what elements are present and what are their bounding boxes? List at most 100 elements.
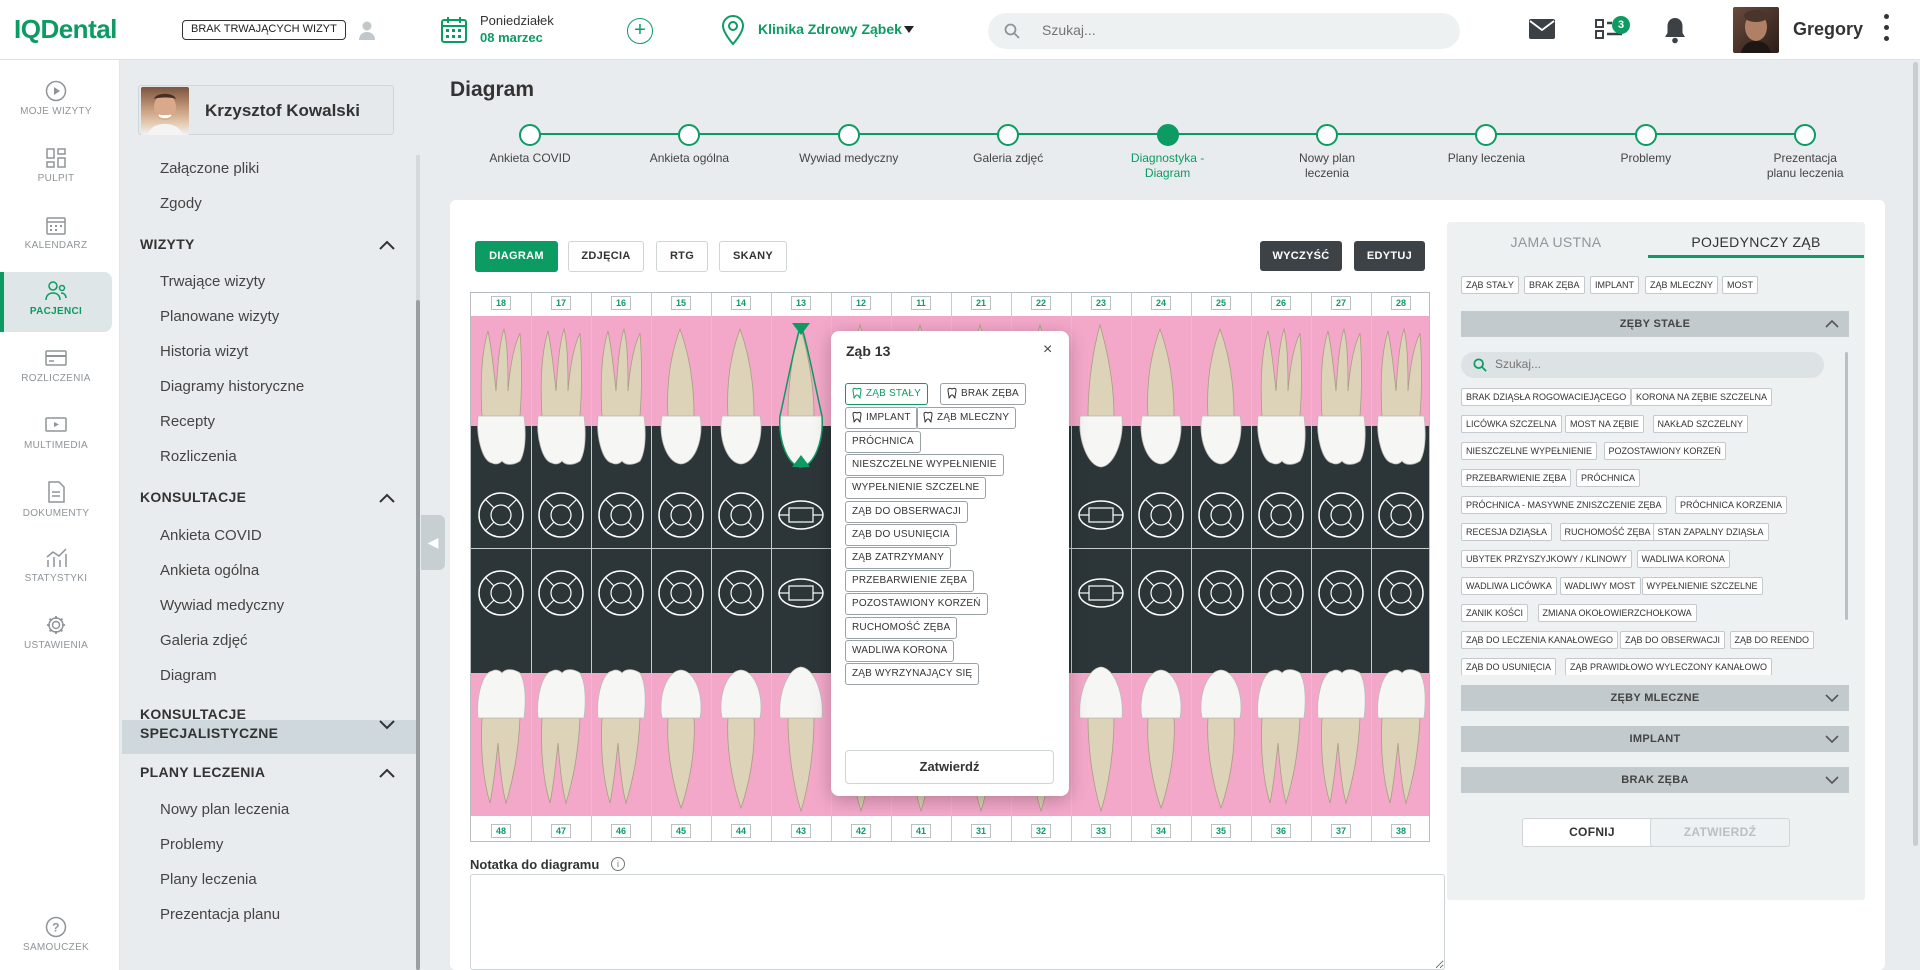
tooth-upper[interactable] xyxy=(1134,321,1188,476)
chevron-up-icon[interactable] xyxy=(378,767,396,779)
tooth-number-upper[interactable]: 21 xyxy=(971,296,991,310)
nav-item-pulpit[interactable]: PULPIT xyxy=(0,139,112,199)
panel-condition-chip[interactable]: BRAK DZIĄSŁA ROGOWACIEJĄCEGO xyxy=(1461,388,1632,406)
occlusal-lower[interactable] xyxy=(1196,568,1246,618)
popup-condition-chip[interactable]: WADLIWA KORONA xyxy=(845,639,955,662)
nav-item-rozliczenia[interactable]: ROZLICZENIA xyxy=(0,339,112,399)
tooth-number-lower[interactable]: 34 xyxy=(1151,824,1171,838)
tooth-number-lower[interactable]: 33 xyxy=(1091,824,1111,838)
menu-link-recepty[interactable]: Recepty xyxy=(160,413,215,430)
info-icon[interactable]: i xyxy=(611,857,625,871)
panel-condition-chip[interactable]: ZĄB DO REENDO xyxy=(1729,631,1815,649)
tab-pojedynczy-zab[interactable]: POJEDYNCZY ZĄB xyxy=(1648,230,1864,258)
step-dot[interactable] xyxy=(837,124,860,146)
panel-type-chip[interactable]: MOST xyxy=(1722,276,1758,294)
more-menu-icon[interactable] xyxy=(1884,14,1890,46)
tooth-number-lower[interactable]: 32 xyxy=(1031,824,1051,838)
occlusal-upper[interactable] xyxy=(776,490,826,540)
tab-skany[interactable]: SKANY xyxy=(719,241,787,272)
user-name[interactable]: Gregory xyxy=(1793,19,1863,40)
bell-icon[interactable] xyxy=(1663,16,1687,44)
close-icon[interactable]: × xyxy=(1043,342,1052,358)
tooth-upper[interactable] xyxy=(1254,321,1308,476)
panel-section[interactable]: ZĘBY STAŁE xyxy=(1461,311,1849,337)
panel-condition-chip[interactable]: ZĄB DO OBSERWACJI xyxy=(1620,631,1726,649)
tooth-lower[interactable] xyxy=(1254,663,1308,818)
tooth-number-upper[interactable]: 26 xyxy=(1271,296,1291,310)
tooth-number-upper[interactable]: 24 xyxy=(1151,296,1171,310)
nav-item-multimedia[interactable]: MULTIMEDIA xyxy=(0,406,112,466)
tooth-number-upper[interactable]: 17 xyxy=(551,296,571,310)
panel-condition-chip[interactable]: ZĄB DO USUNIĘCIA xyxy=(1461,658,1557,675)
occlusal-lower[interactable] xyxy=(596,568,646,618)
occlusal-lower[interactable] xyxy=(1256,568,1306,618)
menu-link-prezentacja-planu[interactable]: Prezentacja planu xyxy=(160,906,280,923)
chevron-up-icon[interactable] xyxy=(378,239,396,251)
popup-condition-chip[interactable]: POZOSTAWIONY KORZEŃ xyxy=(845,593,988,616)
panel-type-chip[interactable]: ZĄB MLECZNY xyxy=(1645,276,1719,294)
tooth-number-upper[interactable]: 22 xyxy=(1031,296,1051,310)
tooth-lower[interactable] xyxy=(534,663,588,818)
tooth-number-lower[interactable]: 48 xyxy=(491,824,511,838)
popup-condition-chip[interactable]: ZĄB WYRZYNAJĄCY SIĘ xyxy=(845,663,980,685)
condition-list-scrollbar[interactable] xyxy=(1845,352,1848,620)
popup-condition-chip[interactable]: NIESZCZELNE WYPEŁNIENIE xyxy=(845,454,1004,477)
occlusal-lower[interactable] xyxy=(776,568,826,618)
panel-condition-chip[interactable]: MOST NA ZĘBIE xyxy=(1565,415,1644,433)
tooth-lower[interactable] xyxy=(714,663,768,818)
chevron-up-icon[interactable] xyxy=(1825,319,1839,329)
step-label[interactable]: Ankieta ogólna xyxy=(629,151,749,166)
tooth-number-upper[interactable]: 14 xyxy=(731,296,751,310)
panel-search[interactable] xyxy=(1461,352,1824,378)
tooth-lower[interactable] xyxy=(1314,663,1368,818)
tooth-number-upper[interactable]: 15 xyxy=(671,296,691,310)
nav-item-moje-wizyty[interactable]: MOJE WIZYTY xyxy=(0,72,112,132)
panel-condition-chip[interactable]: WADLIWY MOST xyxy=(1559,577,1641,595)
tooth-number-upper[interactable]: 23 xyxy=(1091,296,1111,310)
occlusal-upper[interactable] xyxy=(476,490,526,540)
menu-link-diagram[interactable]: Diagram xyxy=(160,667,217,684)
caret-down-icon[interactable] xyxy=(903,24,915,34)
panel-condition-chip[interactable]: PRÓCHNICA xyxy=(1576,469,1641,487)
panel-condition-chip[interactable]: ZANIK KOŚCI xyxy=(1461,604,1529,622)
tooth-number-lower[interactable]: 45 xyxy=(671,824,691,838)
tooth-number-upper[interactable]: 27 xyxy=(1331,296,1351,310)
panel-section[interactable]: IMPLANT xyxy=(1461,726,1849,752)
panel-condition-chip[interactable]: LICÓWKA SZCZELNA xyxy=(1461,415,1562,433)
collapse-panel-handle[interactable]: ◀ xyxy=(421,515,445,570)
popup-type-zab-staly[interactable]: ZĄB STAŁY xyxy=(845,383,928,405)
page-scrollbar[interactable] xyxy=(1913,62,1918,846)
panel-section[interactable]: BRAK ZĘBA xyxy=(1461,767,1849,793)
panel-condition-chip[interactable]: UBYTEK PRZYSZYJKOWY / KLINOWY xyxy=(1461,550,1632,568)
tooth-upper[interactable] xyxy=(654,321,708,476)
occlusal-upper[interactable] xyxy=(1076,490,1126,540)
app-logo[interactable]: IQDental xyxy=(14,14,117,45)
panel-condition-chip[interactable]: PRZEBARWIENIE ZĘBA xyxy=(1461,469,1572,487)
tab-diagram[interactable]: DIAGRAM xyxy=(475,241,558,272)
step-dot[interactable] xyxy=(519,124,541,146)
tooth-number-upper[interactable]: 16 xyxy=(611,296,631,310)
occlusal-lower[interactable] xyxy=(1076,568,1126,618)
panel-condition-chip[interactable]: ZĄB DO LECZENIA KANAŁOWEGO xyxy=(1461,631,1619,649)
menu-link-rozliczenia[interactable]: Rozliczenia xyxy=(160,448,237,465)
nav-item-kalendarz[interactable]: KALENDARZ xyxy=(0,206,112,266)
menu-section-plany-leczenia[interactable]: PLANY LECZENIA xyxy=(140,763,265,782)
step-label[interactable]: Prezentacja planu leczenia xyxy=(1760,151,1850,181)
nav-item-pacjenci[interactable]: PACJENCI xyxy=(0,272,112,332)
visit-status-badge[interactable]: BRAK TRWAJĄCYCH WIZYT xyxy=(182,20,346,40)
tooth-number-upper[interactable]: 18 xyxy=(491,296,511,310)
tooth-upper[interactable] xyxy=(1374,321,1428,476)
menu-link-zgody[interactable]: Zgody xyxy=(160,195,202,212)
calendar-icon[interactable] xyxy=(440,15,468,45)
tooth-lower[interactable] xyxy=(1074,663,1128,818)
popup-type-brak-zeba[interactable]: BRAK ZĘBA xyxy=(940,383,1026,405)
popup-type-implant[interactable]: IMPLANT xyxy=(845,407,918,429)
tooth-upper[interactable] xyxy=(714,321,768,476)
occlusal-upper[interactable] xyxy=(596,490,646,540)
add-button[interactable]: + xyxy=(627,18,653,44)
nav-item-samouczek[interactable]: ? SAMOUCZEK xyxy=(0,908,112,968)
chevron-down-icon[interactable] xyxy=(1825,734,1839,744)
panel-condition-chip[interactable]: ZĄB PRAWIDŁOWO WYLECZONY KANAŁOWO xyxy=(1565,658,1773,675)
nav-item-dokumenty[interactable]: DOKUMENTY xyxy=(0,472,112,532)
menu-link-historia-wizyt[interactable]: Historia wizyt xyxy=(160,343,248,360)
